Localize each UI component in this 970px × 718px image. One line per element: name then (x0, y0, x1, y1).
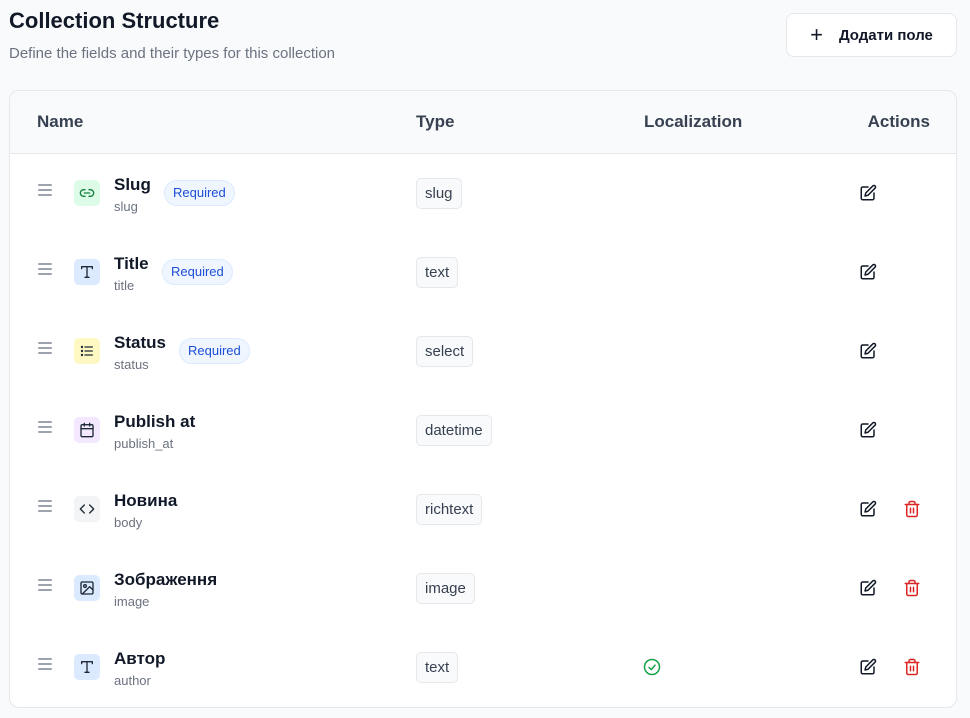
edit-field-button[interactable] (859, 184, 877, 202)
required-badge: Required (164, 180, 235, 206)
text-icon (74, 259, 100, 285)
field-name: Title (114, 254, 149, 273)
table-row: Title title Required text (10, 233, 956, 312)
table-row: Автор author text (10, 628, 956, 707)
table-header: Name Type Localization Actions (10, 91, 956, 154)
page-subtitle: Define the fields and their types for th… (9, 45, 336, 62)
field-name: Зображення (114, 570, 218, 589)
text-icon (74, 654, 100, 680)
plus-icon: + (810, 22, 823, 47)
edit-field-button[interactable] (859, 579, 877, 597)
delete-field-button[interactable] (903, 579, 921, 597)
trash-icon (903, 500, 921, 518)
type-badge: text (416, 652, 459, 683)
drag-handle-icon[interactable] (38, 184, 52, 196)
drag-handle-icon[interactable] (38, 421, 52, 433)
edit-icon (859, 184, 877, 202)
edit-field-button[interactable] (859, 421, 877, 439)
drag-handle-icon[interactable] (38, 342, 52, 354)
trash-icon (903, 658, 921, 676)
field-name: Publish at (114, 412, 196, 431)
column-header-type: Type (416, 112, 455, 131)
required-badge: Required (179, 338, 250, 364)
required-badge: Required (162, 259, 233, 285)
type-badge: text (416, 257, 459, 288)
table-row: Publish at publish_at datetime (10, 391, 956, 470)
link-icon (74, 180, 100, 206)
column-header-localization: Localization (644, 112, 743, 131)
drag-handle-icon[interactable] (38, 500, 52, 512)
field-key: body (114, 515, 143, 530)
fields-table: Name Type Localization Actions Slug slug R… (9, 90, 957, 708)
calendar-icon (74, 417, 100, 443)
code-icon (74, 496, 100, 522)
table-body: Slug slug Required slug Title title Required te… (10, 154, 956, 707)
table-row: Новина body richtext (10, 470, 956, 549)
edit-icon (859, 658, 877, 676)
edit-field-button[interactable] (859, 342, 877, 360)
edit-field-button[interactable] (859, 263, 877, 281)
field-key: publish_at (114, 436, 174, 451)
add-field-button[interactable]: + Додати поле (786, 13, 957, 57)
image-icon (74, 575, 100, 601)
edit-icon (859, 263, 877, 281)
field-key: author (114, 673, 151, 688)
page-header: Collection Structure Define the fields a… (9, 8, 335, 63)
field-key: title (114, 278, 135, 293)
type-badge: datetime (416, 415, 492, 446)
localized-check-icon (643, 658, 661, 676)
edit-icon (859, 579, 877, 597)
trash-icon (903, 579, 921, 597)
type-badge: richtext (416, 494, 483, 525)
edit-icon (859, 500, 877, 518)
field-name: Status (114, 333, 166, 352)
edit-field-button[interactable] (859, 500, 877, 518)
field-key: status (114, 357, 149, 372)
page-title: Collection Structure (9, 8, 220, 33)
type-badge: image (416, 573, 475, 604)
type-badge: slug (416, 178, 462, 209)
table-row: Status status Required select (10, 312, 956, 391)
field-key: slug (114, 199, 138, 214)
field-key: image (114, 594, 150, 609)
edit-icon (859, 421, 877, 439)
drag-handle-icon[interactable] (38, 579, 52, 591)
field-name: Автор (114, 649, 166, 668)
drag-handle-icon[interactable] (38, 263, 52, 275)
table-row: Slug slug Required slug (10, 154, 956, 233)
delete-field-button[interactable] (903, 658, 921, 676)
drag-handle-icon[interactable] (38, 658, 52, 670)
type-badge: select (416, 336, 474, 367)
table-row: Зображення image image (10, 549, 956, 628)
delete-field-button[interactable] (903, 500, 921, 518)
column-header-name: Name (37, 112, 84, 131)
edit-icon (859, 342, 877, 360)
edit-field-button[interactable] (859, 658, 877, 676)
add-field-button-label: Додати поле (838, 26, 933, 44)
column-header-actions: Actions (867, 112, 930, 131)
field-name: Slug (114, 175, 151, 194)
field-name: Новина (114, 491, 178, 510)
list-icon (74, 338, 100, 364)
